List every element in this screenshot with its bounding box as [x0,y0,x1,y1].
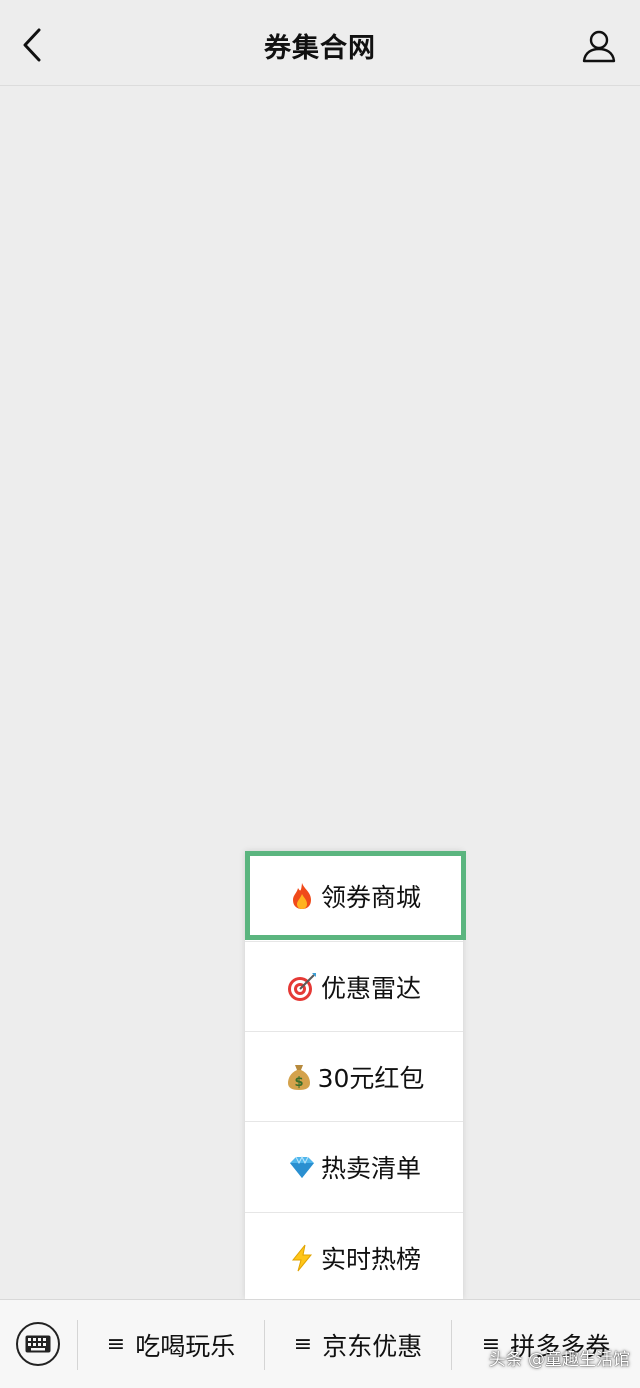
money-bag-icon: $ [284,1062,314,1092]
keyboard-toggle-button[interactable] [16,1322,60,1366]
popup-item-live-rank[interactable]: 实时热榜 [245,1213,463,1303]
header-bar: 券集合网 [0,0,640,86]
profile-button[interactable] [580,26,618,66]
popup-item-hot-list[interactable]: 热卖清单 [245,1122,463,1212]
menu-tab-eat-drink[interactable]: ≡ 吃喝玩乐 [78,1300,264,1388]
popup-item-label: 优惠雷达 [320,974,421,1003]
watermark: 头条 @童趣生活馆 [488,1350,630,1370]
menu-tab-label: 吃喝玩乐 [135,1331,236,1361]
fire-icon [287,881,317,911]
keyboard-icon [25,1335,51,1353]
person-icon [582,30,616,63]
popup-item-red-packet[interactable]: $ 30元红包 [245,1032,463,1122]
popup-item-discount-radar[interactable]: 优惠雷达 [245,942,463,1032]
popup-item-label: 热卖清单 [320,1154,421,1183]
bottom-menu-bar: ≡ 吃喝玩乐 ≡ 京东优惠 ≡ 拼多多券 头条 @童趣生活馆 [0,1299,640,1388]
menu-lines-icon: ≡ [293,1332,313,1357]
popup-item-coupon-mall[interactable]: 领券商城 [245,851,463,941]
page-title: 券集合网 [264,33,376,64]
lightning-icon [287,1243,317,1273]
target-icon [287,972,317,1002]
popup-menu: 领券商城 优惠雷达 $ 30元红包 热卖清单 实时热榜 [245,851,463,1299]
popup-item-label: 30元红包 [317,1064,425,1093]
svg-text:$: $ [294,1075,303,1090]
menu-lines-icon: ≡ [106,1332,126,1357]
popup-item-label: 领券商城 [320,883,421,912]
menu-tab-label: 京东优惠 [322,1331,423,1361]
menu-tab-jd-deals[interactable]: ≡ 京东优惠 [265,1300,451,1388]
app-root: 券集合网 领券商城 优惠雷达 $ 30元红包 热卖清单 实时热榜 ≡ 吃喝玩乐 … [0,0,640,1388]
diamond-icon [287,1152,317,1182]
popup-item-label: 实时热榜 [320,1245,421,1274]
menu-tab-pdd-coupons[interactable]: ≡ 拼多多券 [452,1300,640,1388]
